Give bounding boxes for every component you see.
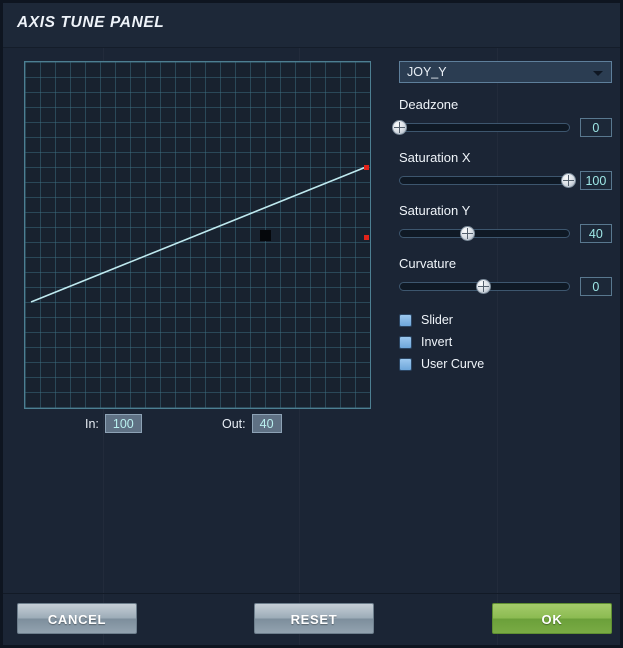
saturation-x-slider-thumb[interactable] (560, 172, 576, 188)
deadzone-label: Deadzone (399, 97, 459, 112)
deadzone-slider-thumb[interactable] (392, 119, 407, 135)
curvature-slider-row: 0 (399, 277, 612, 296)
user-curve-checkbox-label: User Curve (421, 357, 485, 371)
cancel-button[interactable]: CANCEL (17, 603, 137, 634)
curvature-slider-track[interactable] (399, 278, 570, 294)
chevron-down-icon (593, 71, 603, 76)
checkbox-row-user-curve[interactable]: User Curve (399, 353, 612, 375)
in-readout: In: 100 (85, 414, 142, 433)
in-label: In: (85, 416, 99, 431)
slider-checkbox-label: Slider (421, 313, 453, 327)
curve-graph[interactable] (24, 61, 371, 409)
user-curve-checkbox[interactable] (399, 357, 412, 371)
reset-button[interactable]: RESET (254, 603, 374, 634)
deadzone-slider-track[interactable] (392, 119, 570, 135)
saturation-y-slider-row: 40 (399, 224, 612, 243)
controls-column: JOY_Y Deadzone 0 Saturation X 100 Satura… (392, 61, 612, 375)
in-value: 100 (104, 414, 142, 433)
saturation-x-label: Saturation X (399, 150, 471, 165)
saturation-y-label: Saturation Y (399, 203, 471, 218)
saturation-x-slider-row: 100 (399, 171, 612, 190)
saturation-x-handle-marker[interactable] (364, 165, 369, 170)
axis-tune-panel: AXIS TUNE PANEL In: 100 Out: 40 JOY_Y De… (0, 0, 623, 648)
options-checkbox-group: Slider Invert User Curve (399, 309, 612, 375)
curvature-label: Curvature (399, 256, 457, 271)
io-readout-row: In: 100 Out: 40 (24, 414, 371, 436)
checkbox-row-invert[interactable]: Invert (399, 331, 612, 353)
invert-checkbox[interactable] (399, 335, 412, 349)
invert-checkbox-label: Invert (421, 335, 453, 349)
checkbox-row-slider[interactable]: Slider (399, 309, 612, 331)
saturation-x-slider-track[interactable] (399, 172, 576, 188)
axis-select-dropdown[interactable]: JOY_Y (399, 61, 612, 83)
title-bar: AXIS TUNE PANEL (3, 0, 620, 48)
response-curve-line (30, 166, 367, 303)
saturation-y-slider-thumb[interactable] (459, 225, 475, 241)
slider-checkbox[interactable] (399, 313, 412, 327)
ok-button[interactable]: OK (492, 603, 612, 634)
saturation-y-value[interactable]: 40 (579, 224, 612, 243)
saturation-x-value[interactable]: 100 (579, 171, 612, 190)
out-readout: Out: 40 (222, 414, 282, 433)
input-indicator-marker (260, 230, 271, 241)
out-value: 40 (251, 414, 282, 433)
curvature-slider-thumb[interactable] (476, 278, 492, 294)
axis-select-value: JOY_Y (407, 65, 447, 79)
curve-graph-canvas[interactable] (24, 61, 371, 409)
curvature-value[interactable]: 0 (579, 277, 612, 296)
deadzone-value[interactable]: 0 (579, 118, 612, 137)
out-label: Out: (222, 416, 246, 431)
saturation-y-slider-track[interactable] (399, 225, 570, 241)
deadzone-slider-row: 0 (392, 118, 612, 137)
footer-bar: CANCEL RESET OK (3, 593, 620, 645)
saturation-y-handle-marker[interactable] (364, 235, 369, 240)
page-title: AXIS TUNE PANEL (17, 14, 165, 31)
